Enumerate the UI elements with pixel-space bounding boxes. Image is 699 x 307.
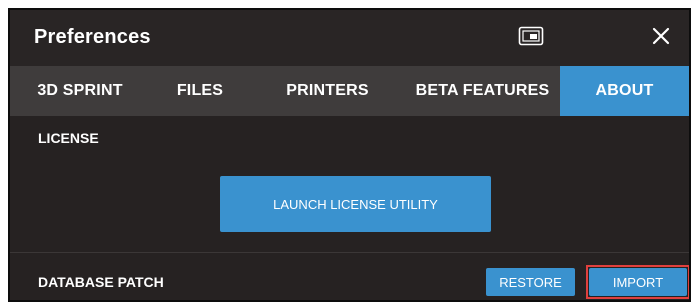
database-patch-heading: DATABASE PATCH — [38, 274, 164, 290]
launch-license-utility-button[interactable]: LAUNCH LICENSE UTILITY — [220, 176, 491, 232]
window-title: Preferences — [34, 26, 151, 48]
tab-files[interactable]: FILES — [150, 66, 250, 116]
import-highlight-box — [586, 265, 689, 299]
license-heading: LICENSE — [38, 130, 99, 146]
window-restore-button[interactable] — [516, 24, 546, 48]
restore-button[interactable]: RESTORE — [486, 268, 575, 296]
close-button[interactable] — [646, 24, 676, 48]
preferences-window: Preferences 3D SPRINT FILES PRINTERS BET… — [8, 8, 691, 302]
tab-printers[interactable]: PRINTERS — [250, 66, 405, 116]
title-bar: Preferences — [10, 10, 689, 66]
tab-3d-sprint[interactable]: 3D SPRINT — [10, 66, 150, 116]
preferences-tabs: 3D SPRINT FILES PRINTERS BETA FEATURES A… — [10, 66, 689, 116]
section-divider — [10, 252, 689, 253]
tab-about[interactable]: ABOUT — [560, 66, 689, 116]
tab-beta-features[interactable]: BETA FEATURES — [405, 66, 560, 116]
window-restore-icon — [518, 26, 544, 46]
close-icon — [652, 27, 670, 45]
